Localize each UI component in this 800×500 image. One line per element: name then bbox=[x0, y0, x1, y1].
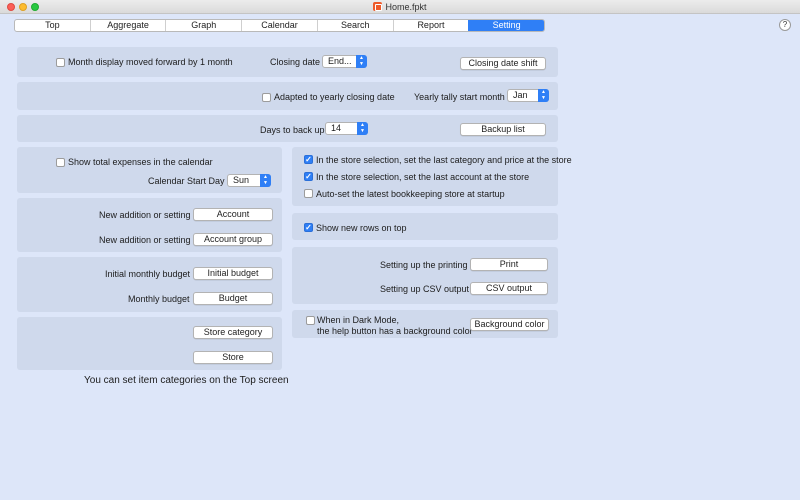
categories-footnote: You can set item categories on the Top s… bbox=[84, 375, 289, 386]
yearly-start-value: Jan bbox=[513, 90, 528, 100]
account-button[interactable]: Account bbox=[193, 208, 273, 221]
yearly-start-select[interactable]: Jan ▲ ▼ bbox=[507, 89, 549, 102]
dark-mode-checkbox[interactable] bbox=[306, 316, 315, 325]
last-account-label: In the store selection, set the last acc… bbox=[316, 172, 530, 182]
days-backup-label: Days to back up bbox=[260, 125, 325, 135]
monthly-budget-label: Monthly budget bbox=[128, 294, 190, 304]
calendar-start-day-label: Calendar Start Day bbox=[148, 176, 225, 186]
main-tab-bar: Top Aggregate Graph Calendar Search Repo… bbox=[14, 19, 545, 32]
dark-mode-label-line1: When in Dark Mode, bbox=[317, 315, 400, 325]
print-button[interactable]: Print bbox=[470, 258, 548, 271]
account-setting-label: New addition or setting bbox=[99, 210, 191, 220]
new-rows-top-checkbox[interactable]: ✓ bbox=[304, 223, 313, 232]
account-group-button[interactable]: Account group bbox=[193, 233, 273, 246]
auto-set-store-label: Auto-set the latest bookkeeping store at… bbox=[316, 189, 505, 199]
last-category-label: In the store selection, set the last cat… bbox=[316, 155, 572, 165]
chevron-updown-icon: ▲ ▼ bbox=[538, 89, 549, 102]
auto-set-store-checkbox[interactable] bbox=[304, 189, 313, 198]
closing-date-value: End... bbox=[328, 56, 352, 66]
chevron-updown-icon: ▲ ▼ bbox=[356, 55, 367, 68]
tab-graph[interactable]: Graph bbox=[165, 20, 241, 31]
last-category-checkbox[interactable]: ✓ bbox=[304, 155, 313, 164]
window-title: Home.fpkt bbox=[0, 1, 800, 13]
month-forward-label: Month display moved forward by 1 month bbox=[68, 57, 233, 67]
chevron-updown-icon: ▲ ▼ bbox=[260, 174, 271, 187]
days-backup-value: 14 bbox=[331, 123, 342, 133]
calendar-start-day-value: Sun bbox=[233, 175, 250, 185]
output-panel bbox=[292, 247, 558, 304]
closing-date-label: Closing date bbox=[270, 57, 321, 67]
tab-report[interactable]: Report bbox=[392, 20, 469, 31]
budget-button[interactable]: Budget bbox=[193, 292, 273, 305]
new-rows-top-label: Show new rows on top bbox=[316, 223, 407, 233]
tab-calendar[interactable]: Calendar bbox=[241, 20, 317, 31]
month-forward-checkbox[interactable] bbox=[56, 58, 65, 67]
backup-list-button[interactable]: Backup list bbox=[460, 123, 546, 136]
closing-date-shift-button[interactable]: Closing date shift bbox=[460, 57, 546, 70]
last-account-checkbox[interactable]: ✓ bbox=[304, 172, 313, 181]
print-setting-label: Setting up the printing bbox=[380, 260, 468, 270]
tab-aggregate[interactable]: Aggregate bbox=[89, 20, 166, 31]
initial-budget-button[interactable]: Initial budget bbox=[193, 267, 273, 280]
window-titlebar: Home.fpkt bbox=[0, 0, 800, 14]
tab-search[interactable]: Search bbox=[316, 20, 393, 31]
dark-mode-label-line2: the help button has a background color bbox=[317, 326, 473, 336]
csv-output-button[interactable]: CSV output bbox=[470, 282, 548, 295]
tab-top[interactable]: Top bbox=[15, 20, 90, 31]
calendar-start-day-select[interactable]: Sun ▲ ▼ bbox=[227, 174, 271, 187]
help-button[interactable]: ? bbox=[779, 19, 791, 31]
show-total-checkbox[interactable] bbox=[56, 158, 65, 167]
adapted-yearly-checkbox[interactable] bbox=[262, 93, 271, 102]
tab-setting[interactable]: Setting bbox=[468, 20, 544, 31]
days-backup-select[interactable]: 14 ▲ ▼ bbox=[325, 122, 368, 135]
adapted-yearly-label: Adapted to yearly closing date bbox=[274, 92, 395, 102]
chevron-updown-icon: ▲ ▼ bbox=[357, 122, 368, 135]
store-category-button[interactable]: Store category bbox=[193, 326, 273, 339]
initial-budget-label: Initial monthly budget bbox=[105, 269, 191, 279]
account-group-setting-label: New addition or setting bbox=[99, 235, 191, 245]
show-total-label: Show total expenses in the calendar bbox=[68, 157, 213, 167]
store-button[interactable]: Store bbox=[193, 351, 273, 364]
yearly-start-label: Yearly tally start month bbox=[414, 92, 505, 102]
app-document-icon bbox=[373, 2, 383, 11]
csv-setting-label: Setting up CSV output bbox=[380, 284, 470, 294]
closing-date-select[interactable]: End... ▲ ▼ bbox=[322, 55, 367, 68]
background-color-button[interactable]: Background color bbox=[470, 318, 549, 331]
